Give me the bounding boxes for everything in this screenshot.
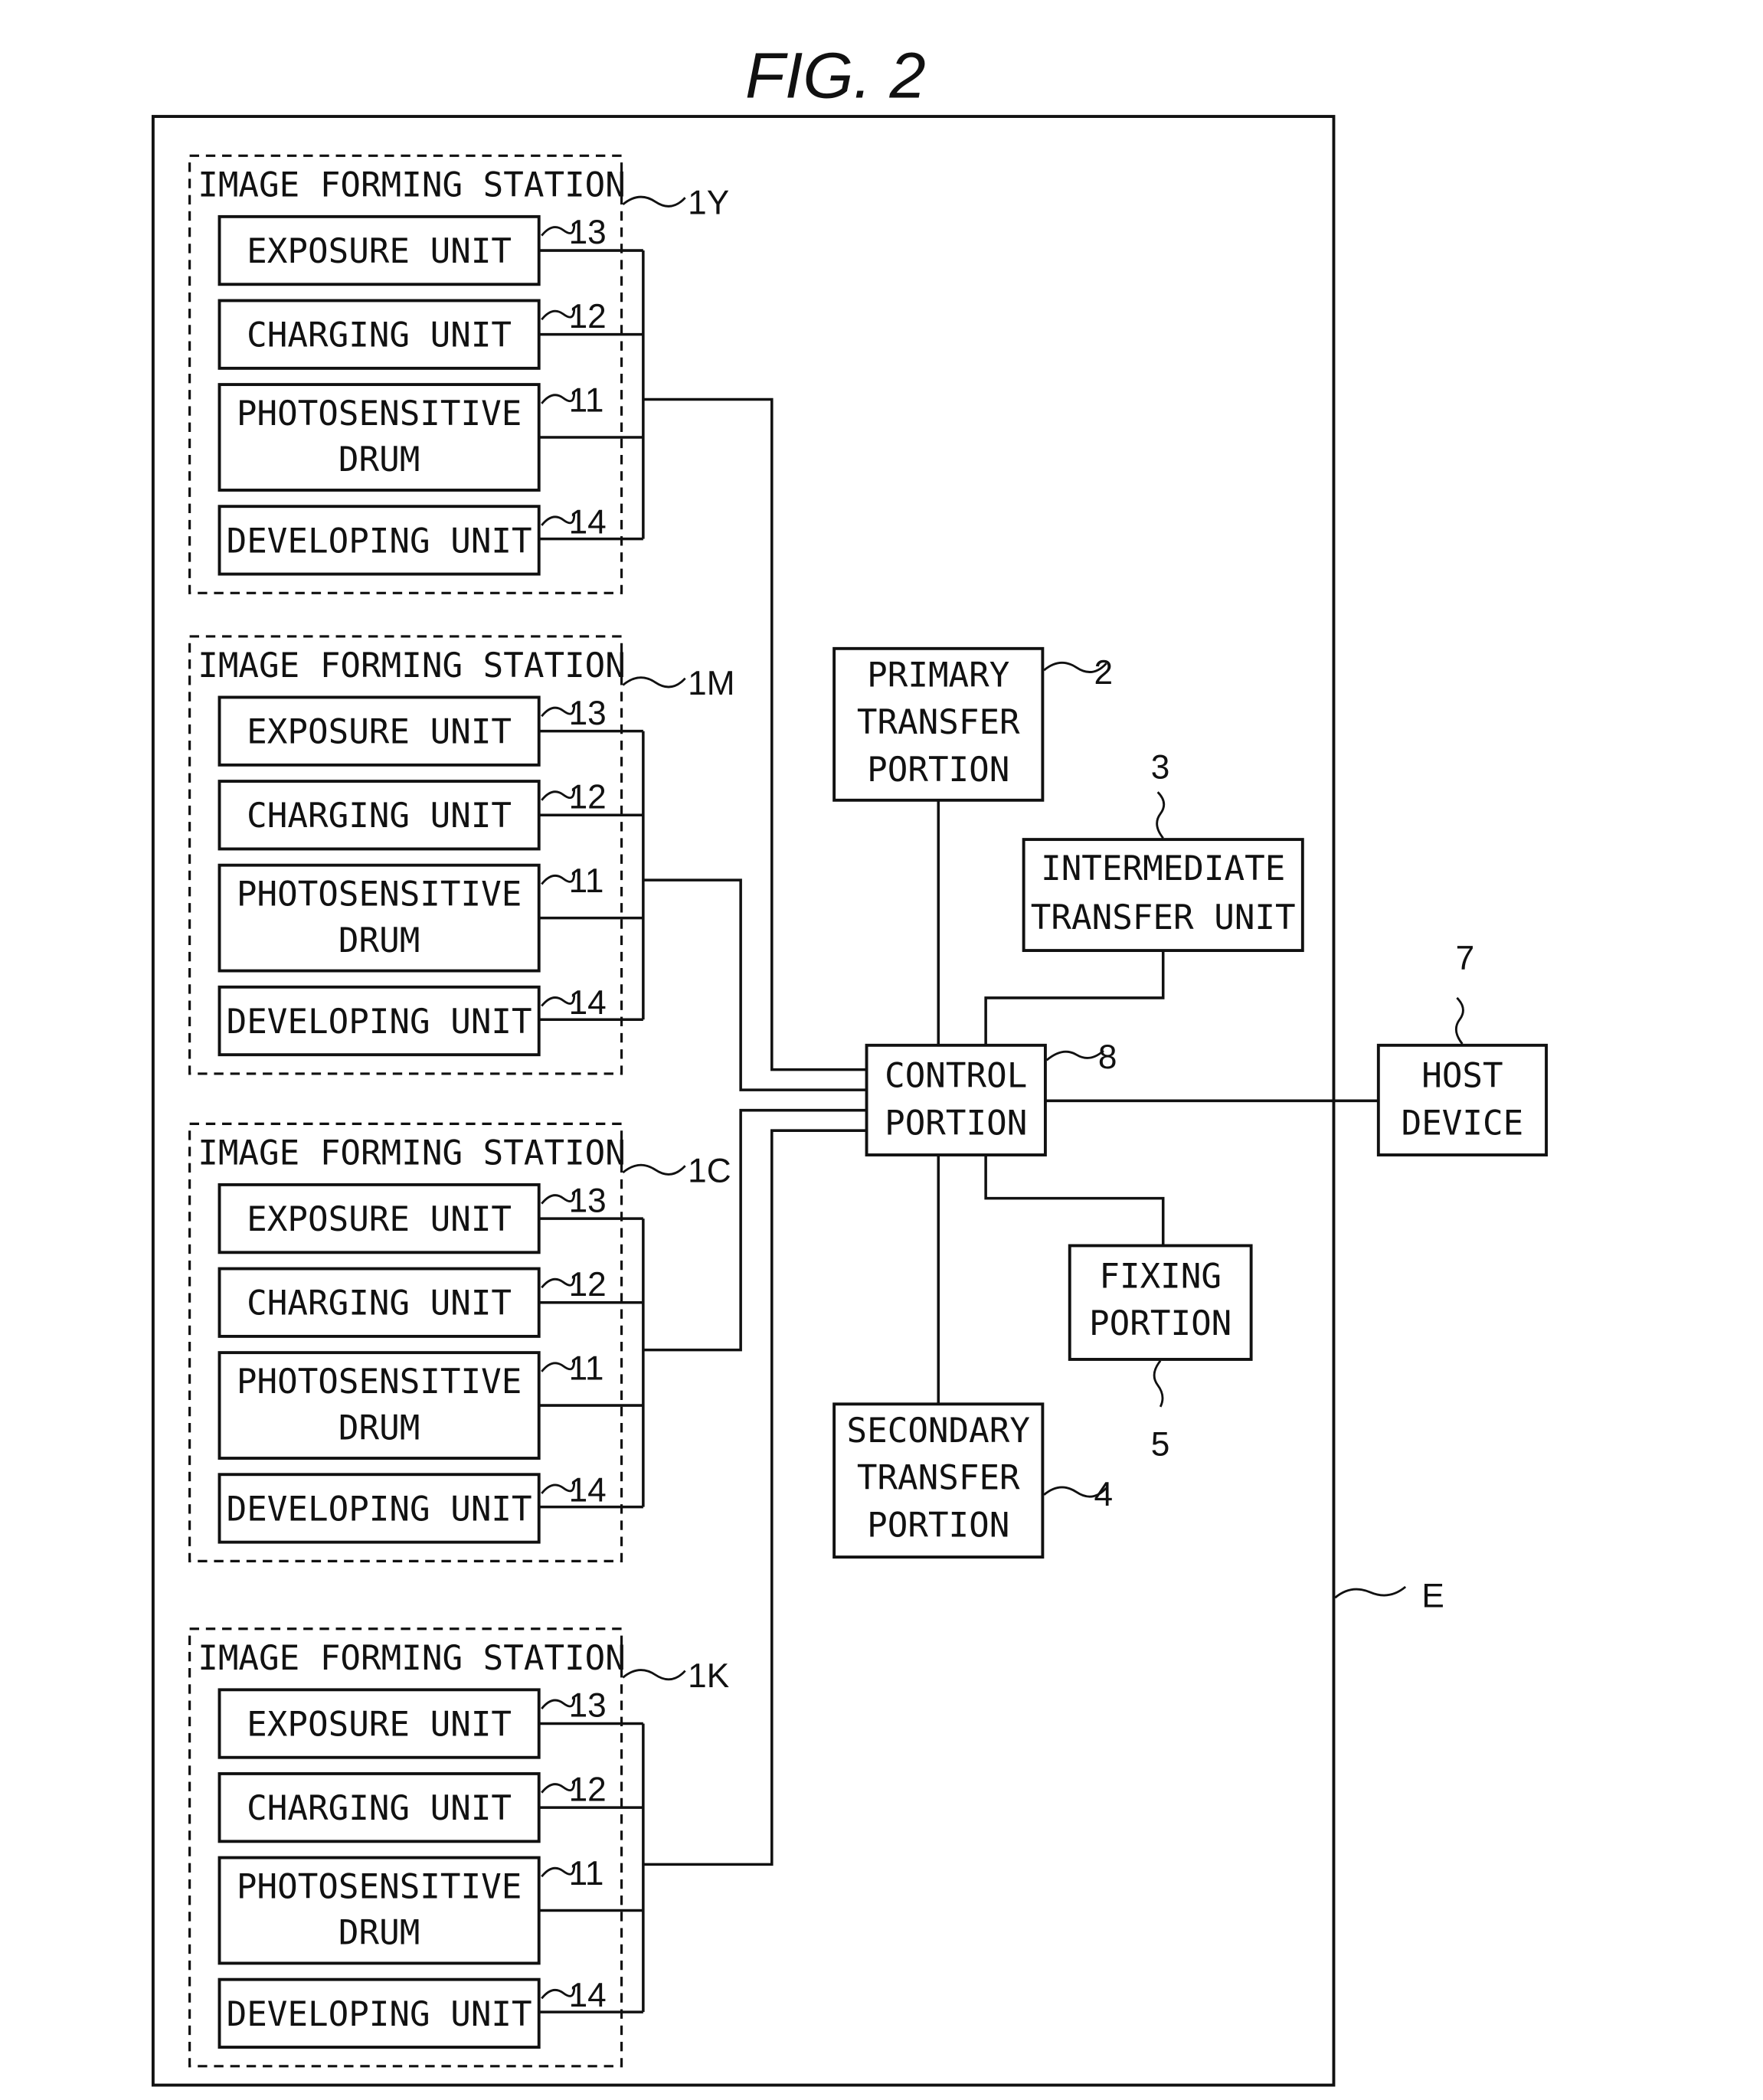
- svg-text:TRANSFER: TRANSFER: [857, 1459, 1020, 1498]
- svg-text:13: 13: [569, 695, 607, 732]
- svg-text:DEVELOPING UNIT: DEVELOPING UNIT: [227, 1490, 532, 1529]
- station-header: IMAGE FORMING STATION: [198, 646, 626, 685]
- svg-text:DRUM: DRUM: [339, 1408, 420, 1447]
- svg-text:DRUM: DRUM: [339, 440, 420, 479]
- svg-text:8: 8: [1098, 1039, 1117, 1076]
- station-ref: 1C: [688, 1152, 731, 1189]
- svg-text:14: 14: [569, 984, 607, 1022]
- station-header: IMAGE FORMING STATION: [198, 165, 626, 204]
- svg-text:PHOTOSENSITIVE: PHOTOSENSITIVE: [237, 875, 522, 914]
- svg-text:14: 14: [569, 1977, 607, 2014]
- station-ref: 1K: [688, 1657, 729, 1695]
- svg-text:TRANSFER UNIT: TRANSFER UNIT: [1031, 898, 1296, 937]
- svg-text:INTERMEDIATE: INTERMEDIATE: [1041, 849, 1285, 888]
- svg-text:EXPOSURE UNIT: EXPOSURE UNIT: [247, 232, 512, 271]
- svg-text:EXPOSURE UNIT: EXPOSURE UNIT: [247, 713, 512, 752]
- svg-text:PRIMARY: PRIMARY: [867, 656, 1009, 695]
- svg-text:13: 13: [569, 1182, 607, 1219]
- svg-text:DEVELOPING UNIT: DEVELOPING UNIT: [227, 1995, 532, 2034]
- svg-text:CHARGING UNIT: CHARGING UNIT: [247, 1284, 512, 1323]
- svg-text:PORTION: PORTION: [867, 751, 1009, 790]
- svg-text:PHOTOSENSITIVE: PHOTOSENSITIVE: [237, 1362, 522, 1402]
- svg-text:CONTROL: CONTROL: [885, 1057, 1027, 1096]
- svg-text:PORTION: PORTION: [867, 1506, 1009, 1546]
- station-header: IMAGE FORMING STATION: [198, 1133, 626, 1173]
- svg-text:DRUM: DRUM: [339, 921, 420, 960]
- svg-text:PORTION: PORTION: [1089, 1304, 1231, 1343]
- svg-text:13: 13: [569, 214, 607, 251]
- svg-text:CHARGING UNIT: CHARGING UNIT: [247, 1789, 512, 1828]
- apparatus-leader: [1334, 1585, 1407, 1599]
- svg-text:PORTION: PORTION: [885, 1104, 1027, 1143]
- svg-text:PHOTOSENSITIVE: PHOTOSENSITIVE: [237, 1868, 522, 1907]
- svg-text:7: 7: [1456, 940, 1475, 977]
- svg-text:DEVELOPING UNIT: DEVELOPING UNIT: [227, 1003, 532, 1042]
- svg-text:EXPOSURE UNIT: EXPOSURE UNIT: [247, 1200, 512, 1239]
- svg-text:11: 11: [569, 381, 604, 419]
- svg-text:CHARGING UNIT: CHARGING UNIT: [247, 316, 512, 355]
- svg-text:13: 13: [569, 1687, 607, 1725]
- apparatus-ref: E: [1421, 1577, 1444, 1614]
- svg-text:TRANSFER: TRANSFER: [857, 703, 1020, 742]
- svg-text:SECONDARY: SECONDARY: [847, 1411, 1030, 1451]
- svg-text:14: 14: [569, 504, 607, 541]
- svg-text:12: 12: [569, 1771, 607, 1808]
- svg-text:CHARGING UNIT: CHARGING UNIT: [247, 796, 512, 836]
- svg-text:11: 11: [569, 862, 604, 900]
- svg-text:EXPOSURE UNIT: EXPOSURE UNIT: [247, 1705, 512, 1744]
- svg-text:5: 5: [1151, 1425, 1170, 1463]
- svg-text:DRUM: DRUM: [339, 1914, 420, 1953]
- svg-text:11: 11: [569, 1855, 604, 1892]
- svg-text:DEVICE: DEVICE: [1402, 1104, 1524, 1143]
- figure-title: FIG. 2: [745, 38, 926, 111]
- svg-text:FIXING: FIXING: [1099, 1257, 1222, 1296]
- svg-text:12: 12: [569, 298, 607, 335]
- svg-text:3: 3: [1151, 749, 1170, 787]
- block-diagram: FIG. 2 E IMAGE FORMING STATION 1Y EXPOSURE…: [151, 38, 1548, 2087]
- host-device: HOST DEVICE 7: [1376, 940, 1548, 1156]
- station-ref: 1M: [688, 665, 734, 702]
- svg-text:PHOTOSENSITIVE: PHOTOSENSITIVE: [237, 394, 522, 433]
- svg-text:4: 4: [1094, 1476, 1114, 1513]
- svg-text:HOST: HOST: [1421, 1057, 1503, 1096]
- svg-text:14: 14: [569, 1472, 607, 1510]
- svg-text:2: 2: [1094, 654, 1114, 692]
- svg-text:11: 11: [569, 1349, 604, 1387]
- station-ref: 1Y: [688, 184, 729, 221]
- svg-text:12: 12: [569, 1266, 607, 1304]
- svg-text:12: 12: [569, 778, 607, 816]
- station-header: IMAGE FORMING STATION: [198, 1639, 626, 1678]
- svg-text:DEVELOPING UNIT: DEVELOPING UNIT: [227, 522, 532, 561]
